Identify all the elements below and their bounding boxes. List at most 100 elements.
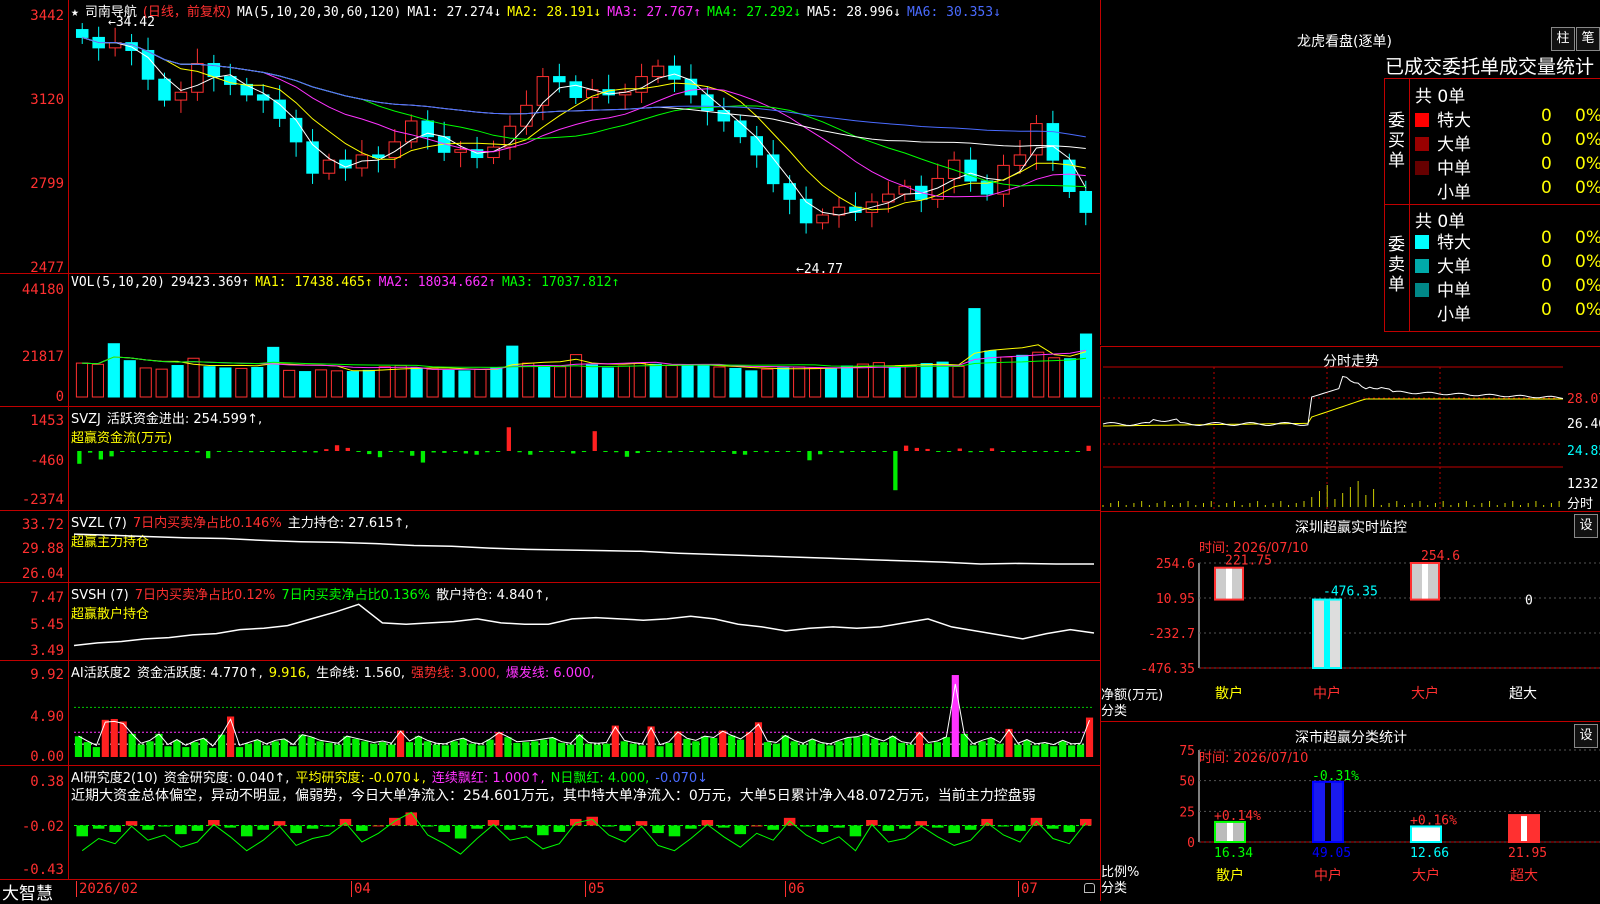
research-bar xyxy=(1047,825,1059,829)
money-flow-bar xyxy=(410,450,415,456)
volume-bar xyxy=(601,367,614,398)
volume-bar xyxy=(1032,351,1045,398)
activity-bar xyxy=(558,742,566,757)
money-flow-bar xyxy=(1011,450,1016,453)
ai-research-panel[interactable]: 0.38 -0.02 -0.43 AI研究度2(10) 资金研究度: 0.040↑… xyxy=(0,766,1100,880)
volume-chart[interactable] xyxy=(0,274,1100,406)
activity-bar xyxy=(325,742,333,757)
research-bar xyxy=(438,825,450,832)
order-row-percent: 0% xyxy=(1575,252,1600,272)
order-row-count: 0 xyxy=(1541,106,1552,126)
activity-bar xyxy=(352,738,360,757)
money-flow-bar xyxy=(485,450,490,453)
research-bar xyxy=(273,821,286,826)
order-row-percent: 0% xyxy=(1575,276,1600,296)
activity-bar xyxy=(862,733,870,757)
research-bar xyxy=(685,825,697,829)
class-delta-label: -0.31% xyxy=(1312,769,1359,784)
activity-bar xyxy=(880,742,888,757)
money-flow-bar xyxy=(807,450,812,461)
money-flow-bar xyxy=(549,450,554,452)
activity-bar xyxy=(602,743,610,757)
activity-bar xyxy=(450,741,458,757)
candle-body xyxy=(651,65,665,78)
class-stats-chart[interactable]: 75 50 25 0 +0.14% 16.34 散户 -0.31% 49.05 中户 +0.16% 1… xyxy=(1101,722,1600,901)
activity-bar xyxy=(522,742,530,757)
class-stats-panel[interactable]: 深市超赢分类统计 设 时间: 2026/07/10 比例% 分类 75 50 25 0… xyxy=(1100,721,1600,901)
volume-bar xyxy=(346,371,359,398)
money-flow-bar xyxy=(238,450,243,452)
order-row: 中单 0 0% xyxy=(1415,154,1600,179)
volume-panel[interactable]: 44180 21817 0 VOL(5,10,20) 29423.369↑ MA1:… xyxy=(0,274,1100,407)
money-flow-bar xyxy=(828,450,834,452)
volume-bar xyxy=(171,365,184,398)
money-flow-bar xyxy=(614,450,619,453)
order-row-label: 特大 xyxy=(1437,233,1471,253)
lock-icon[interactable] xyxy=(1084,883,1095,893)
tick-view-button[interactable]: 笔 xyxy=(1576,27,1600,51)
research-bar xyxy=(372,825,385,827)
volume-bar xyxy=(251,366,264,398)
class-value-label: 12.66 xyxy=(1410,846,1449,861)
volume-bar xyxy=(840,365,854,398)
research-bar xyxy=(191,825,204,831)
bar-view-button[interactable]: 柱 xyxy=(1551,27,1575,51)
ai-activity-chart[interactable] xyxy=(0,661,1100,765)
monitor-tick-label: 10.95 xyxy=(1156,592,1195,607)
ai-research-chart[interactable] xyxy=(0,766,1100,879)
order-row: 小单 0 0% xyxy=(1415,178,1600,203)
activity-bar xyxy=(370,743,378,757)
research-bar xyxy=(800,825,812,827)
money-flow-bar xyxy=(646,450,651,452)
realtime-monitor-panel[interactable]: 深圳超赢实时监控 设 时间: 2026/07/10 净额(万元) 分类 254.… xyxy=(1100,511,1600,721)
activity-bar xyxy=(110,718,118,757)
money-flow-bar xyxy=(571,450,576,454)
monitor-chart[interactable]: 254.6 10.95 -232.7 -476.35 221.75 散户 -476.35 中户… xyxy=(1101,512,1600,721)
svsh-panel[interactable]: 7.47 5.45 3.49 SVSH (7) 7日内买卖净占比0.12% 7日内买… xyxy=(0,583,1100,661)
activity-bar xyxy=(665,742,673,757)
activity-bar xyxy=(432,744,440,757)
monitor-category-label: 大户 xyxy=(1411,685,1439,702)
activity-bar xyxy=(280,739,288,757)
volume-bar xyxy=(904,365,917,398)
svzl-panel[interactable]: 33.72 29.88 26.04 SVZL (7) 7日内买卖净占比0.146%… xyxy=(0,511,1100,583)
activity-bar xyxy=(504,737,512,757)
activity-bar xyxy=(253,740,261,757)
intraday-chart[interactable] xyxy=(1101,347,1600,511)
money-flow-bar xyxy=(506,427,511,451)
money-flow-bar xyxy=(1065,450,1070,452)
activity-bar xyxy=(978,741,986,757)
monitor-category-label: 散户 xyxy=(1215,685,1243,702)
activity-bar xyxy=(942,737,950,757)
main-position-line xyxy=(73,533,1094,565)
svzj-chart[interactable] xyxy=(0,407,1100,510)
volume-bar xyxy=(920,363,933,398)
svzl-chart[interactable] xyxy=(0,511,1100,582)
money-flow-bar xyxy=(195,450,200,453)
candlestick-chart[interactable] xyxy=(0,0,1100,273)
research-bar xyxy=(504,825,516,830)
ma-line-3 xyxy=(82,36,1086,198)
class-bar-highlight xyxy=(1325,782,1331,841)
candle-body xyxy=(947,159,961,179)
activity-bar xyxy=(307,737,315,757)
ai-activity-panel[interactable]: 9.92 4.90 0.00 AI活跃度2 资金活跃度: 4.770↑, 9.916… xyxy=(0,661,1100,766)
svsh-chart[interactable] xyxy=(0,583,1100,660)
svzj-panel[interactable]: 1453 -460 -2374 SVZJ 活跃资金进出: 254.599↑, 超赢… xyxy=(0,407,1100,511)
price-panel[interactable]: 3442 3120 2799 2477 ★ 司南导航 (日线，前复权) MA(5,10… xyxy=(0,0,1100,277)
intraday-panel[interactable]: 分时走势 28.07 26.46 24.85 1232 分时 xyxy=(1100,346,1600,512)
money-flow-bar xyxy=(141,450,146,452)
activity-bar xyxy=(584,743,593,757)
money-flow-bar xyxy=(861,450,866,452)
monitor-category-label: 中户 xyxy=(1313,685,1341,702)
research-bar xyxy=(520,825,533,828)
money-flow-bar xyxy=(775,450,780,452)
activity-bar xyxy=(1050,746,1058,757)
money-flow-bar xyxy=(968,450,973,453)
volume-bar xyxy=(107,343,120,398)
money-flow-bar xyxy=(453,450,458,453)
volume-bar xyxy=(952,365,965,398)
activity-bar xyxy=(692,741,700,757)
volume-bar xyxy=(856,363,869,398)
volume-bar xyxy=(617,365,630,398)
